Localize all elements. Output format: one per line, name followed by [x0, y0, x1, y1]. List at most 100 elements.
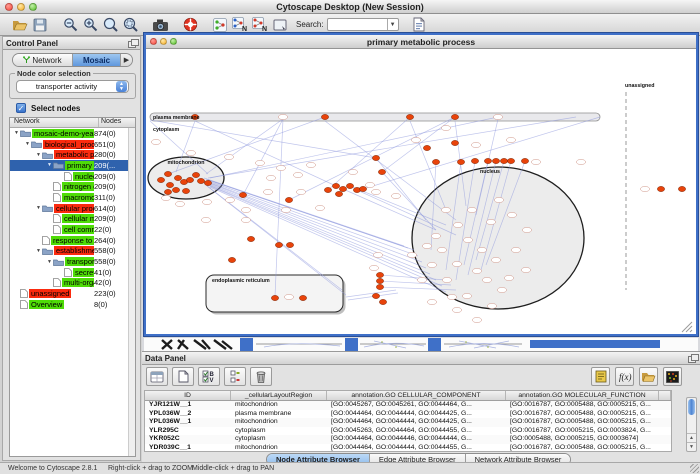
expand-arrow-icon[interactable]: ▼ [13, 130, 20, 136]
function-builder-icon[interactable]: f(x) [615, 367, 634, 386]
open-folder-icon[interactable] [10, 16, 30, 34]
node-label-pill[interactable] [441, 125, 450, 130]
float-data-panel-icon[interactable] [688, 354, 697, 362]
network-node[interactable] [379, 299, 386, 304]
table-cell[interactable]: [GO:0044464, GO:0044446, GO:0044444, G..… [327, 435, 506, 444]
network-node[interactable] [164, 189, 171, 194]
node-label-pill[interactable] [281, 207, 290, 212]
network-node[interactable] [299, 295, 306, 300]
node-label-pill[interactable] [486, 219, 495, 224]
table-column-header[interactable]: ID [145, 391, 231, 400]
select-first-neighbors-icon[interactable]: N [230, 16, 250, 34]
node-label-pill[interactable] [531, 159, 540, 164]
node-label-pill[interactable] [365, 182, 374, 187]
zoom-fit-icon[interactable] [100, 16, 120, 34]
tree-row[interactable]: Overview8(0) [10, 299, 128, 310]
network-node[interactable] [507, 158, 514, 163]
node-label-pill[interactable] [263, 189, 272, 194]
node-label-pill[interactable] [462, 293, 471, 298]
node-label-pill[interactable] [411, 137, 420, 142]
table-cell[interactable]: cytoplasm [231, 427, 327, 436]
table-cell[interactable]: [GO:0045263, GO:0044464, GO:0044455, G..… [327, 427, 506, 436]
node-label-pill[interactable] [441, 207, 450, 212]
network-node[interactable] [192, 172, 199, 177]
table-cell[interactable]: mitochondrion [231, 444, 327, 452]
table-cell[interactable]: [GO:0044464, GO:0044444, GO:0044425, G..… [327, 418, 506, 427]
snapshot-camera-icon[interactable] [150, 16, 170, 34]
node-label-pill[interactable] [407, 252, 416, 257]
node-label-pill[interactable] [640, 186, 649, 191]
node-label-pill[interactable] [504, 275, 513, 280]
node-label-pill[interactable] [373, 252, 382, 257]
network-node[interactable] [332, 183, 339, 188]
table-cell[interactable]: [GO:0016787, GO:0005488, GO:0005215, G..… [506, 418, 659, 427]
tab-network[interactable]: Network [13, 54, 73, 66]
network-node[interactable] [321, 114, 328, 119]
node-label-pill[interactable] [161, 195, 170, 200]
canvas-resize-grip[interactable] [690, 330, 692, 332]
minimize-button[interactable] [17, 3, 25, 11]
notes-icon[interactable] [591, 367, 610, 386]
network-overview-icon[interactable] [210, 16, 230, 34]
table-cell[interactable]: mitochondrion [231, 418, 327, 427]
node-label-pill[interactable] [522, 227, 531, 232]
tree-row[interactable]: ▼transport558(0) [10, 256, 128, 267]
tree-row[interactable]: macromolecule311(0) [10, 192, 128, 203]
select-attributes-icon[interactable] [146, 367, 168, 386]
zoom-window-button[interactable] [29, 3, 37, 11]
zoom-selected-icon[interactable] [120, 16, 140, 34]
table-cell[interactable]: [GO:0016787, GO:0005488, GO:0005215, G..… [506, 401, 659, 410]
network-node[interactable] [657, 186, 664, 191]
node-label-pill[interactable] [417, 277, 426, 282]
network-node[interactable] [451, 114, 458, 119]
node-label-pill[interactable] [471, 142, 480, 147]
node-label-pill[interactable] [493, 114, 502, 119]
node-label-pill[interactable] [576, 159, 585, 164]
table-cell[interactable]: [GO:0045267, GO:0045261, GO:0044464, G..… [327, 401, 506, 410]
tree-row[interactable]: ▼mosaic-demo-yeast874(0) [10, 128, 128, 139]
import-folder-icon[interactable] [639, 367, 658, 386]
float-panel-icon[interactable] [128, 39, 137, 47]
network-node[interactable] [457, 159, 464, 164]
resize-grip[interactable] [690, 464, 699, 473]
node-color-combobox[interactable]: transporter activity ▲▼ [16, 80, 129, 93]
node-label-pill[interactable] [306, 162, 315, 167]
network-node[interactable] [324, 187, 331, 192]
network-node[interactable] [346, 183, 353, 188]
node-label-pill[interactable] [467, 207, 476, 212]
network-window-title-bar[interactable]: primary metabolic process [146, 35, 696, 49]
network-canvas[interactable]: plasma membranecytoplasmmitochondrionnuc… [146, 50, 696, 334]
expand-arrow-icon[interactable]: ▼ [46, 259, 53, 265]
node-label-pill[interactable] [452, 261, 461, 266]
search-dropdown-icon[interactable]: ▼ [387, 19, 398, 30]
scroll-up-icon[interactable]: ▲ [687, 433, 696, 442]
select-nodes-checkbox[interactable]: ✓ [16, 103, 26, 113]
network-node[interactable] [359, 186, 366, 191]
tree-row[interactable]: multi-organism pro42(0) [10, 278, 128, 289]
expand-arrow-icon[interactable]: ▼ [35, 205, 42, 211]
table-cell[interactable]: YLR295C [145, 427, 231, 436]
node-label-pill[interactable] [241, 207, 250, 212]
node-label-pill[interactable] [487, 303, 496, 308]
import-attributes-icon[interactable] [409, 16, 429, 34]
delete-attributes-icon[interactable]: BV [198, 367, 220, 386]
table-scrollbar[interactable]: ▲ ▼ [686, 397, 697, 452]
table-cell[interactable]: [GO:0005488, GO:0005215, GO:0003674] [506, 435, 659, 444]
node-label-pill[interactable] [477, 247, 486, 252]
node-label-pill[interactable] [348, 169, 357, 174]
network-node[interactable] [484, 158, 491, 163]
network-node[interactable] [376, 272, 383, 277]
network-node[interactable] [678, 186, 685, 191]
node-label-pill[interactable] [431, 233, 440, 238]
zoom-in-icon[interactable] [80, 16, 100, 34]
network-node[interactable] [186, 177, 193, 182]
node-label-pill[interactable] [151, 139, 160, 144]
node-label-pill[interactable] [453, 222, 462, 227]
matrix-view-icon[interactable] [663, 367, 682, 386]
node-label-pill[interactable] [225, 197, 234, 202]
network-node[interactable] [451, 140, 458, 145]
table-cell[interactable]: YDR039C__1 [145, 444, 231, 452]
node-label-pill[interactable] [491, 257, 500, 262]
table-column-header[interactable]: annotation.GO CELLULAR_COMPONENT [327, 391, 506, 400]
hide-selected-icon[interactable]: N [250, 16, 270, 34]
